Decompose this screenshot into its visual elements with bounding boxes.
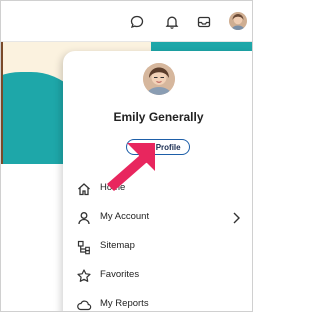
avatar[interactable] bbox=[229, 12, 247, 30]
menu-item-my-reports[interactable]: My Reports bbox=[71, 294, 246, 311]
bell-icon[interactable] bbox=[164, 14, 180, 30]
star-icon bbox=[77, 269, 91, 282]
app-frame: Emily Generally View Profile Home My Acc… bbox=[0, 0, 253, 312]
menu-item-my-account[interactable]: My Account bbox=[71, 207, 246, 229]
user-icon bbox=[78, 212, 90, 225]
chat-icon[interactable] bbox=[129, 14, 145, 30]
menu-item-favorites[interactable]: Favorites bbox=[71, 265, 246, 287]
pointer-arrow-annotation bbox=[107, 143, 155, 191]
sitemap-icon bbox=[77, 240, 90, 255]
top-bar bbox=[1, 1, 252, 42]
menu-item-label: Favorites bbox=[100, 269, 140, 280]
inbox-icon[interactable] bbox=[196, 14, 212, 30]
menu-item-label: My Reports bbox=[100, 298, 149, 309]
menu-item-label: Sitemap bbox=[100, 240, 135, 251]
profile-name: Emily Generally bbox=[113, 110, 204, 124]
menu-item-label: My Account bbox=[100, 211, 150, 222]
home-icon bbox=[78, 183, 90, 196]
profile-avatar bbox=[143, 63, 175, 95]
cloud-icon bbox=[77, 300, 92, 311]
chevron-right-icon bbox=[233, 212, 240, 224]
menu-item-sitemap[interactable]: Sitemap bbox=[71, 236, 246, 258]
